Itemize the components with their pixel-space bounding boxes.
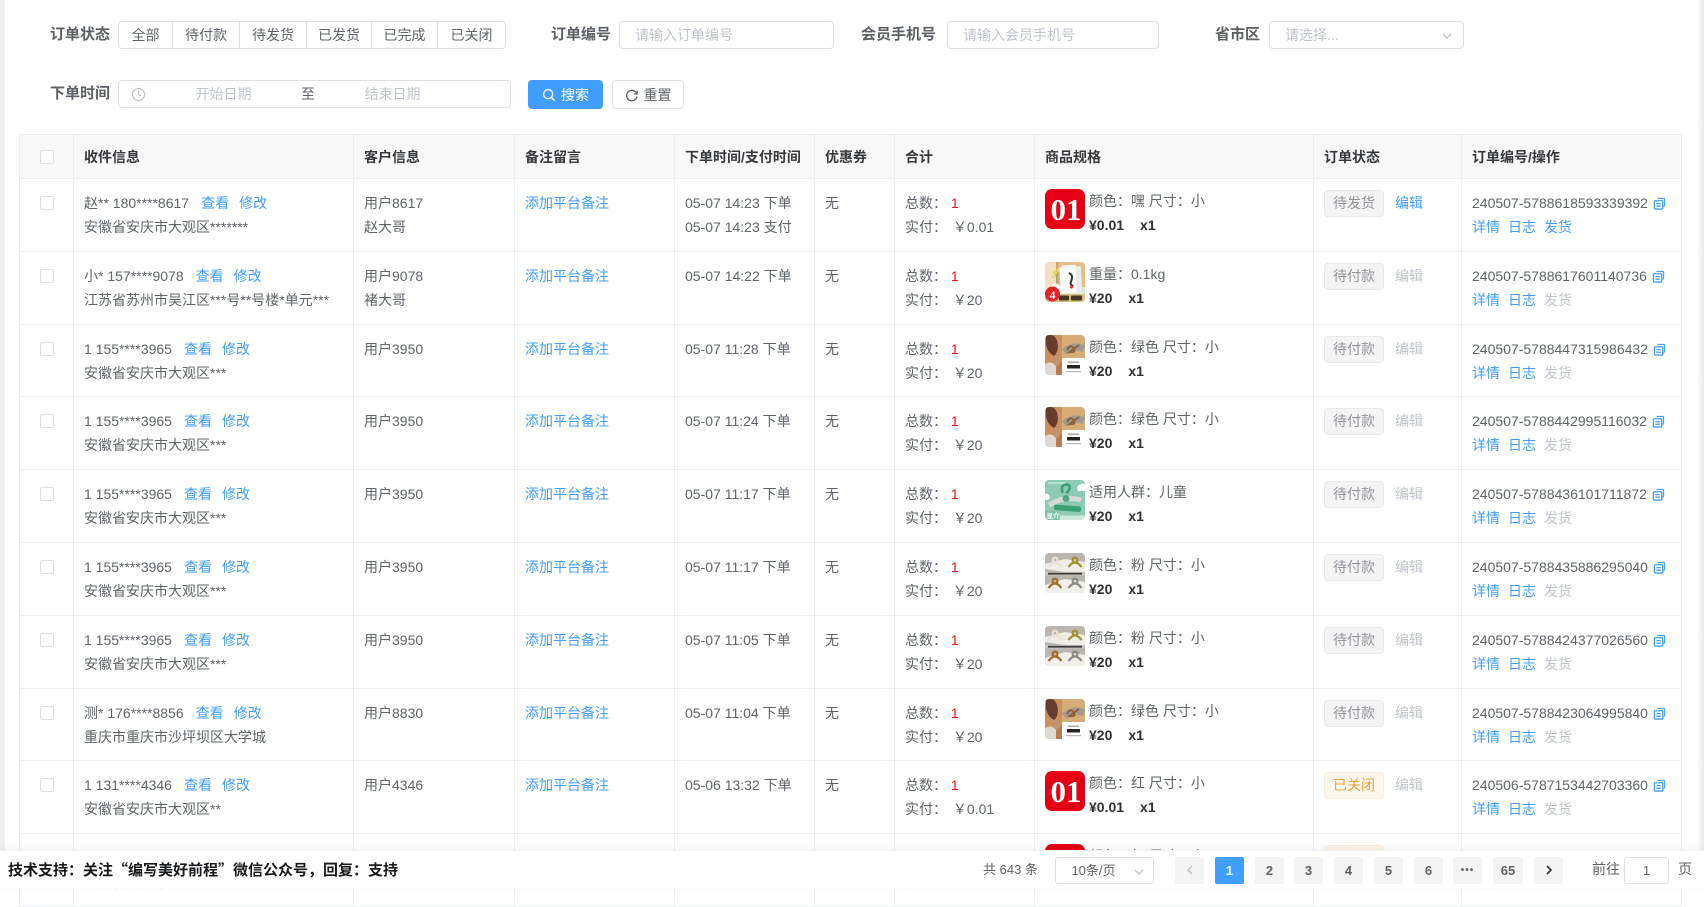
svg-text:01: 01 <box>1051 192 1082 227</box>
svg-text:显介: 显介 <box>1047 512 1061 520</box>
svg-text:01: 01 <box>1051 774 1082 809</box>
svg-text:4: 4 <box>1050 288 1056 302</box>
